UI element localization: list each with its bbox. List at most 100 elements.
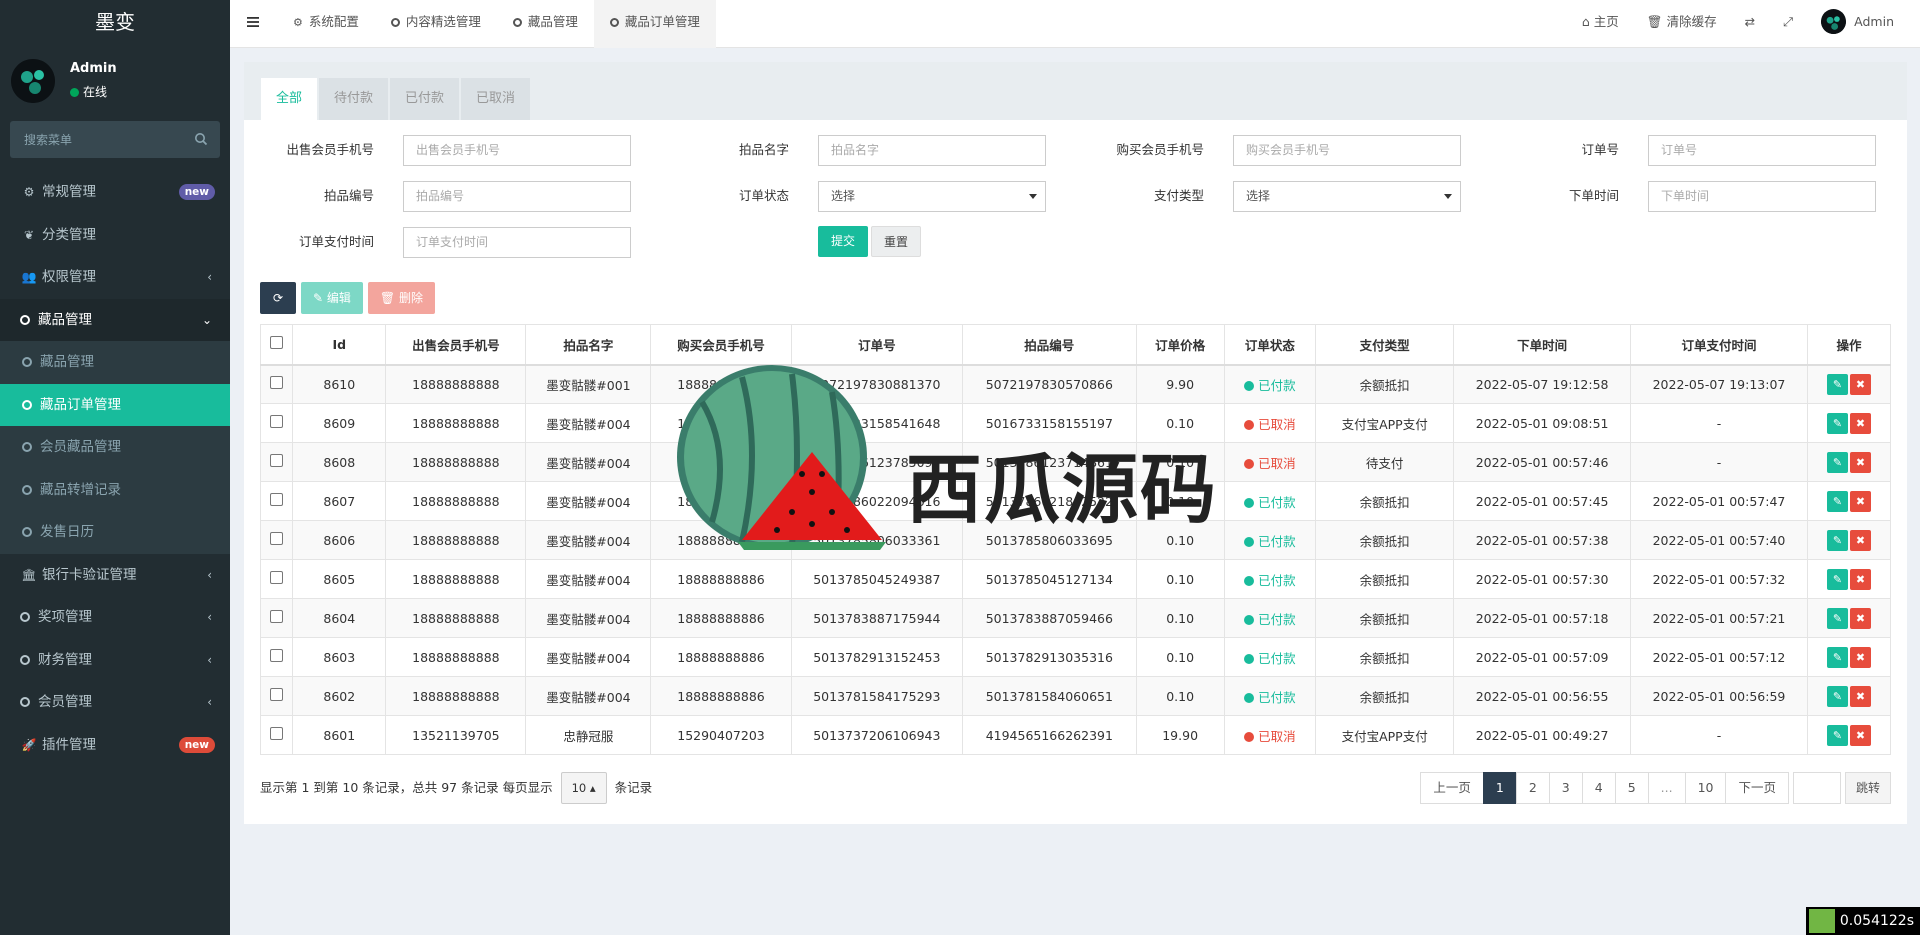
tab-pending-payment[interactable]: 待付款	[319, 78, 389, 120]
row-delete-button[interactable]: ✖	[1849, 490, 1871, 512]
column-header[interactable]: 订单支付时间	[1630, 324, 1808, 366]
order-no-input[interactable]	[1661, 143, 1871, 157]
sidebar-item-general[interactable]: ⚙ 常规管理 new	[0, 171, 230, 214]
table-row[interactable]: 8602 18888888888 墨变骷髅#004 18888888886 501378…	[259, 676, 1892, 716]
delete-button[interactable]: 🗑 删除	[367, 282, 435, 314]
sidebar-item-plugins[interactable]: 🚀 插件管理 new	[0, 724, 230, 767]
edit-button[interactable]: ✎ 编辑	[301, 282, 363, 314]
item-name-input[interactable]	[831, 143, 1041, 157]
select-all-checkbox[interactable]	[270, 336, 284, 350]
sidebar-item-auth[interactable]: 👥 权限管理 ‹	[0, 256, 230, 299]
row-delete-button[interactable]: ✖	[1849, 373, 1871, 395]
row-delete-button[interactable]: ✖	[1849, 646, 1871, 668]
prev-page-button[interactable]: 上一页	[1420, 772, 1484, 804]
tab-cancelled[interactable]: 已取消	[461, 78, 531, 120]
cell-pay-type[interactable]: 余额抵扣	[1315, 364, 1455, 404]
tab-content-picks[interactable]: 内容精选管理	[375, 0, 497, 48]
page-button-2[interactable]: 2	[1515, 772, 1550, 804]
sidebar-subitem-collection-orders[interactable]: 藏品订单管理	[0, 383, 230, 426]
cell-pay-type[interactable]: 余额抵扣	[1315, 676, 1455, 716]
column-header[interactable]: 下单时间	[1453, 324, 1632, 366]
tab-paid[interactable]: 已付款	[390, 78, 460, 120]
table-row[interactable]: 8604 18888888888 墨变骷髅#004 18888888886 501378…	[259, 598, 1892, 638]
pay-type-select[interactable]: 选择	[1233, 181, 1461, 212]
refresh-button[interactable]: ⟳	[260, 282, 296, 314]
row-checkbox[interactable]	[270, 376, 284, 390]
table-row[interactable]: 8601 13521139705 忠静冠服 15290407203 5013737206…	[259, 715, 1892, 755]
clear-cache-button[interactable]: 🗑 清除缓存	[1633, 0, 1731, 48]
page-button-1[interactable]: 1	[1482, 772, 1517, 804]
search-icon[interactable]	[194, 132, 208, 146]
tab-system-config[interactable]: ⚙ 系统配置	[277, 0, 375, 48]
row-checkbox[interactable]	[270, 727, 284, 740]
row-edit-button[interactable]: ✎	[1826, 646, 1848, 668]
order-time-input[interactable]	[1661, 189, 1871, 203]
row-edit-button[interactable]: ✎	[1826, 685, 1848, 707]
page-size-dropdown[interactable]: 10 ▴	[560, 772, 607, 804]
row-checkbox[interactable]	[270, 610, 284, 623]
item-no-input[interactable]	[416, 189, 626, 203]
seller-phone-input[interactable]	[416, 143, 626, 157]
row-checkbox[interactable]	[270, 415, 284, 428]
cell-pay-type[interactable]: 余额抵扣	[1315, 598, 1455, 638]
cell-pay-type[interactable]: 余额抵扣	[1315, 637, 1455, 677]
row-edit-button[interactable]: ✎	[1826, 529, 1848, 551]
table-row[interactable]: 8610 18888888888 墨变骷髅#001 18888888888 507219…	[259, 364, 1892, 404]
column-header[interactable]: 拍品编号	[962, 324, 1137, 366]
column-header[interactable]: 订单号	[790, 324, 964, 366]
sidebar-item-category[interactable]: ❦ 分类管理	[0, 214, 230, 257]
row-checkbox[interactable]	[270, 688, 284, 701]
row-edit-button[interactable]: ✎	[1826, 373, 1848, 395]
table-row[interactable]: 8607 18888888888 墨变骷髅#004 18888888886 501378…	[259, 481, 1892, 521]
table-row[interactable]: 8606 18888888888 墨变骷髅#004 18888888886 501378…	[259, 520, 1892, 560]
row-delete-button[interactable]: ✖	[1849, 685, 1871, 707]
table-row[interactable]: 8603 18888888888 墨变骷髅#004 18888888886 501378…	[259, 637, 1892, 677]
row-delete-button[interactable]: ✖	[1849, 607, 1871, 629]
table-row[interactable]: 8605 18888888888 墨变骷髅#004 18888888886 501378…	[259, 559, 1892, 599]
row-delete-button[interactable]: ✖	[1849, 412, 1871, 434]
column-header[interactable]: 出售会员手机号	[385, 324, 527, 366]
sidebar-item-prize[interactable]: 奖项管理 ‹	[0, 596, 230, 639]
table-row[interactable]: 8609 18888888888 墨变骷髅#004 18950590989 501673…	[259, 403, 1892, 443]
home-link[interactable]: ⌂ 主页	[1568, 0, 1633, 48]
order-status-select[interactable]: 选择	[818, 181, 1046, 212]
cell-pay-type[interactable]: 支付宝APP支付	[1315, 715, 1455, 755]
buyer-phone-field[interactable]	[1233, 135, 1461, 166]
sidebar-item-bankcard[interactable]: 🏛 银行卡验证管理 ‹	[0, 554, 230, 597]
page-button-3[interactable]: 3	[1548, 772, 1583, 804]
row-checkbox[interactable]	[270, 532, 284, 545]
cell-pay-type[interactable]: 余额抵扣	[1315, 559, 1455, 599]
cell-pay-type[interactable]: 支付宝APP支付	[1315, 403, 1455, 443]
column-header[interactable]: 订单价格	[1135, 324, 1225, 366]
next-page-button[interactable]: 下一页	[1725, 772, 1789, 804]
sidebar-subitem-collection[interactable]: 藏品管理	[0, 341, 230, 384]
jump-page-input[interactable]	[1792, 772, 1841, 804]
row-edit-button[interactable]: ✎	[1826, 451, 1848, 473]
seller-phone-field[interactable]	[403, 135, 631, 166]
row-edit-button[interactable]: ✎	[1826, 607, 1848, 629]
cell-pay-type[interactable]: 余额抵扣	[1315, 481, 1455, 521]
jump-button[interactable]: 跳转	[1844, 772, 1891, 804]
row-checkbox[interactable]	[270, 649, 284, 662]
table-row[interactable]: 8608 18888888888 墨变骷髅#004 18888888886 501378…	[259, 442, 1892, 482]
column-header[interactable]: 支付类型	[1315, 324, 1455, 366]
tab-collection-orders[interactable]: 藏品订单管理	[593, 0, 716, 48]
row-delete-button[interactable]: ✖	[1849, 451, 1871, 473]
hamburger-icon[interactable]	[246, 15, 260, 29]
sidebar-item-member[interactable]: 会员管理 ‹	[0, 681, 230, 724]
language-button[interactable]: ⇄	[1731, 0, 1769, 48]
reset-button[interactable]: 重置	[871, 226, 921, 257]
row-edit-button[interactable]: ✎	[1826, 490, 1848, 512]
sidebar-subitem-member-collection[interactable]: 会员藏品管理	[0, 426, 230, 469]
tab-all[interactable]: 全部	[261, 78, 318, 120]
column-header[interactable]: Id	[292, 324, 387, 366]
sidebar-item-collection[interactable]: 藏品管理 ⌄	[0, 298, 230, 341]
column-header[interactable]: 购买会员手机号	[650, 324, 792, 366]
row-edit-button[interactable]: ✎	[1826, 412, 1848, 434]
order-no-field[interactable]	[1648, 135, 1876, 166]
app-logo[interactable]: 墨变	[0, 0, 230, 45]
item-no-field[interactable]	[403, 181, 631, 212]
row-delete-button[interactable]: ✖	[1849, 529, 1871, 551]
pay-time-input[interactable]	[416, 235, 626, 249]
cell-pay-type[interactable]: 余额抵扣	[1315, 520, 1455, 560]
